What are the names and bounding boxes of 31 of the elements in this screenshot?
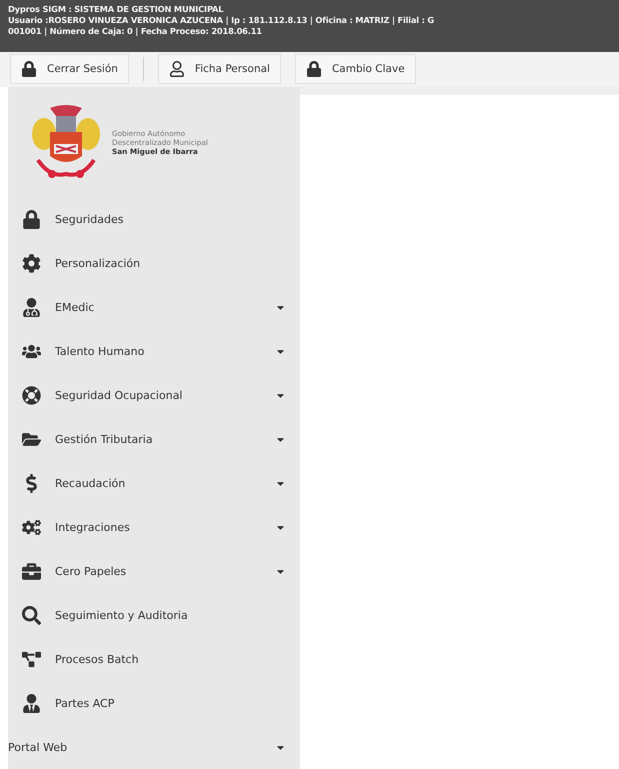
toolbar-button[interactable]: Ficha Personal <box>158 54 281 84</box>
menu-item[interactable]: Procesos Batch <box>8 637 300 681</box>
menu-item[interactable]: Recaudación <box>8 461 300 505</box>
session-info-text: 001001 | Número de Caja: 0 | Fecha Proceso: 2018.06.11 <box>8 26 263 37</box>
search-icon <box>22 606 41 624</box>
session-info-text: Dypros SIGM : SISTEMA DE GESTION MUNICIPAL <box>8 4 224 15</box>
menu-item[interactable]: Seguimiento y Auditoria <box>8 593 300 637</box>
gears-icon <box>22 518 41 536</box>
person-icon <box>22 694 41 712</box>
menu-item[interactable]: Integraciones <box>8 505 300 549</box>
menu-item[interactable]: Gestión Tributaria <box>8 417 300 461</box>
gear-icon <box>22 254 41 272</box>
lock-icon <box>21 61 37 78</box>
session-info-text: Usuario :ROSERO VINUEZA VERONICA AZUCENA | Ip : 181.112.8.13 | Oficina : MATRIZ | Filial : G <box>8 15 436 26</box>
briefcase-icon <box>22 562 41 580</box>
menu-item[interactable]: Seguridades <box>8 197 300 241</box>
lock-icon <box>22 210 41 228</box>
menu-item[interactable]: Seguridad Ocupacional <box>8 373 300 417</box>
menu-item[interactable]: Portal Web <box>8 725 300 769</box>
lock-icon <box>306 61 322 78</box>
menu-item[interactable]: Personalización <box>8 241 300 285</box>
diagram-icon <box>22 650 41 668</box>
doctor-icon <box>22 298 41 316</box>
lifebuoy-icon <box>22 386 41 404</box>
menu-item[interactable]: Talento Humano <box>8 329 300 373</box>
menu-item[interactable]: EMedic <box>8 285 300 329</box>
menu-item[interactable]: Cero Papeles <box>8 549 300 593</box>
toolbar-button[interactable]: Cerrar Sesión <box>10 54 129 84</box>
menu-item[interactable]: Partes ACP <box>8 681 300 725</box>
user-icon <box>168 61 185 78</box>
toolbar-button[interactable]: Cambio Clave <box>294 54 416 84</box>
